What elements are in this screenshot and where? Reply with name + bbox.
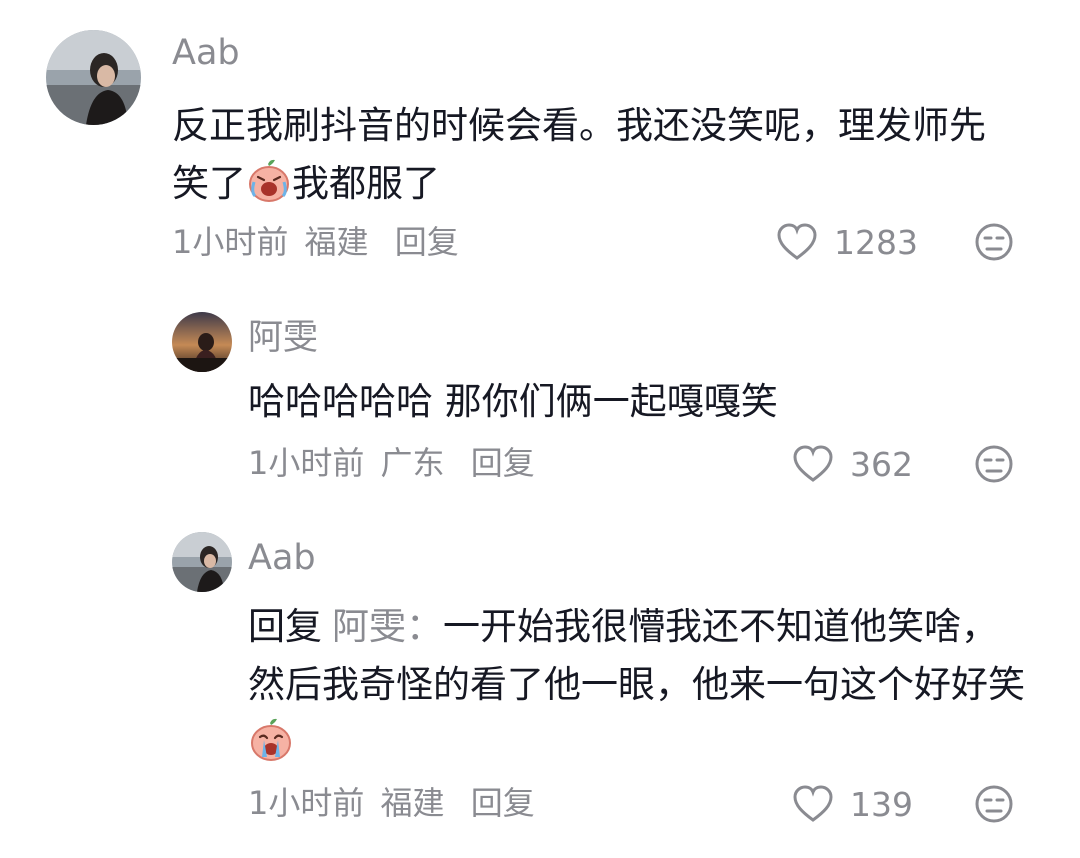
avatar[interactable] bbox=[172, 532, 232, 592]
comment-text-part: 我都服了 bbox=[292, 162, 440, 205]
comment-meta: 1小时前 福建 回复 bbox=[248, 783, 541, 823]
crying-peach-emoji-icon bbox=[248, 717, 294, 763]
reply-button[interactable]: 回复 bbox=[471, 444, 535, 482]
comment-text: 回复 阿雯：一开始我很懵我还不知道他笑啥，然后我奇怪的看了他一眼，他来一句这个好好… bbox=[248, 598, 1033, 772]
timestamp: 1小时前 bbox=[248, 784, 365, 822]
comment-meta: 1小时前 广东 回复 bbox=[248, 443, 541, 483]
unamused-face-icon bbox=[975, 785, 1013, 823]
like-count: 139 bbox=[850, 784, 913, 824]
laughing-crying-peach-emoji-icon bbox=[246, 158, 292, 204]
comment-text: 哈哈哈哈哈 那你们俩一起嘎嘎笑 bbox=[248, 373, 1028, 431]
location: 广东 bbox=[380, 444, 445, 482]
username[interactable]: Aab bbox=[172, 33, 240, 73]
avatar[interactable] bbox=[46, 30, 141, 125]
reply-item: 阿雯 哈哈哈哈哈 那你们俩一起嘎嘎笑 1小时前 广东 回复 362 bbox=[0, 290, 1080, 510]
comment-text: 反正我刷抖音的时候会看。我还没笑呢，理发师先笑了 我都服了 bbox=[172, 97, 1022, 213]
reply-button[interactable]: 回复 bbox=[395, 223, 459, 261]
username[interactable]: 阿雯 bbox=[248, 318, 318, 358]
reply-button[interactable]: 回复 bbox=[471, 784, 535, 822]
dislike-button[interactable] bbox=[974, 784, 1014, 824]
heart-icon bbox=[777, 223, 817, 260]
reply-prefix: 回复 bbox=[248, 605, 322, 648]
avatar[interactable] bbox=[172, 312, 232, 372]
timestamp: 1小时前 bbox=[248, 444, 365, 482]
comment-meta: 1小时前 福建 回复 bbox=[172, 222, 465, 262]
comment-item: Aab 反正我刷抖音的时候会看。我还没笑呢，理发师先笑了 我都服了 1小时前 福… bbox=[0, 0, 1080, 270]
username[interactable]: Aab bbox=[248, 538, 316, 578]
location: 福建 bbox=[304, 223, 369, 261]
like-button[interactable]: 362 bbox=[792, 442, 913, 486]
unamused-face-icon bbox=[975, 223, 1013, 261]
reply-target-username[interactable]: 阿雯： bbox=[332, 605, 443, 648]
like-button[interactable]: 1283 bbox=[776, 220, 918, 264]
like-button[interactable]: 139 bbox=[792, 782, 913, 826]
like-count: 362 bbox=[850, 444, 913, 484]
heart-icon bbox=[793, 785, 833, 822]
like-count: 1283 bbox=[834, 222, 918, 262]
dislike-button[interactable] bbox=[974, 222, 1014, 262]
timestamp: 1小时前 bbox=[172, 223, 289, 261]
dislike-button[interactable] bbox=[974, 444, 1014, 484]
comment-text-part: 哈哈哈哈哈 那你们俩一起嘎嘎笑 bbox=[248, 380, 778, 423]
unamused-face-icon bbox=[975, 445, 1013, 483]
reply-item: Aab 回复 阿雯：一开始我很懵我还不知道他笑啥，然后我奇怪的看了他一眼，他来一句… bbox=[0, 510, 1080, 858]
location: 福建 bbox=[380, 784, 445, 822]
heart-icon bbox=[793, 445, 833, 482]
